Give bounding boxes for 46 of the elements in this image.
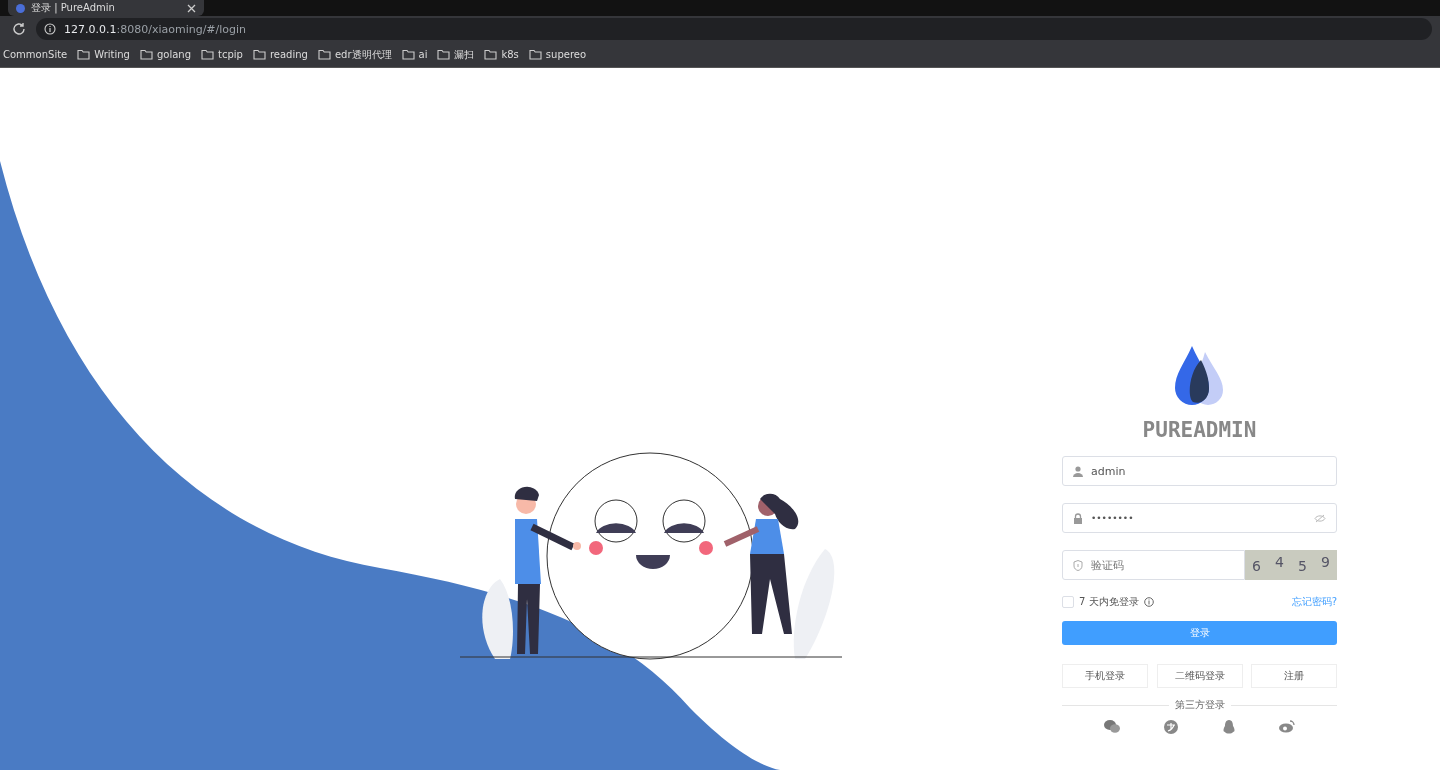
penguin-icon[interactable] xyxy=(1222,720,1235,735)
weibo-icon[interactable] xyxy=(1278,720,1295,733)
remember-label: 7 天内免登录 xyxy=(1079,595,1139,609)
favicon-icon xyxy=(16,3,25,13)
wechat-icon[interactable] xyxy=(1104,720,1121,733)
alt-login-button[interactable]: 手机登录 xyxy=(1062,664,1148,688)
captcha-field[interactable]: 验证码 xyxy=(1062,550,1245,580)
folder-icon xyxy=(201,49,215,60)
bookmark-item[interactable]: reading xyxy=(252,49,308,60)
bookmark-item[interactable]: k8s xyxy=(484,49,519,60)
address-bar[interactable]: 127.0.0.1:8080/xiaoming/#/login xyxy=(36,18,1432,40)
username-field[interactable]: admin xyxy=(1062,456,1337,486)
bookmark-item[interactable]: ai xyxy=(401,49,428,60)
bookmark-item[interactable]: CommonSite xyxy=(3,49,68,60)
bookmark-item[interactable]: golang xyxy=(139,49,192,60)
third-party-label: 第三方登录 xyxy=(1174,698,1225,712)
url-text: 127.0.0.1:8080/xiaoming/#/login xyxy=(64,22,247,36)
folder-icon xyxy=(139,49,153,60)
folder-icon xyxy=(77,49,91,60)
folder-icon xyxy=(484,49,498,60)
remember-checkbox[interactable] xyxy=(1062,596,1074,608)
folder-icon xyxy=(528,49,542,60)
lock-icon xyxy=(1073,512,1083,524)
bookmark-item[interactable]: supereo xyxy=(528,49,587,60)
bookmark-item[interactable]: edr透明代理 xyxy=(317,47,392,62)
info-icon xyxy=(44,23,56,35)
eye-hidden-icon[interactable] xyxy=(1314,513,1326,523)
captcha-image[interactable]: 6 4 5 9 xyxy=(1245,550,1337,580)
app-title: PUREADMIN xyxy=(1142,418,1257,442)
password-field[interactable]: •••••••• xyxy=(1062,503,1337,533)
bookmark-item[interactable]: Writing xyxy=(77,49,130,60)
droplet-logo-icon xyxy=(1174,346,1225,406)
alt-login-button[interactable]: 注册 xyxy=(1251,664,1337,688)
bookmark-item[interactable]: tcpip xyxy=(201,49,243,60)
alipay-icon[interactable] xyxy=(1164,720,1179,734)
folder-icon xyxy=(252,49,266,60)
folder-icon xyxy=(437,49,451,60)
user-icon xyxy=(1073,465,1083,477)
bookmark-item[interactable]: 漏扫 xyxy=(437,47,475,62)
info-icon xyxy=(1143,597,1154,607)
folder-icon xyxy=(317,49,331,60)
browser-tab[interactable]: 登录 | PureAdmin xyxy=(8,0,204,16)
folder-icon xyxy=(401,49,415,60)
alt-login-button[interactable]: 二维码登录 xyxy=(1156,664,1243,688)
close-icon[interactable] xyxy=(187,3,196,13)
reload-icon[interactable] xyxy=(12,22,26,36)
